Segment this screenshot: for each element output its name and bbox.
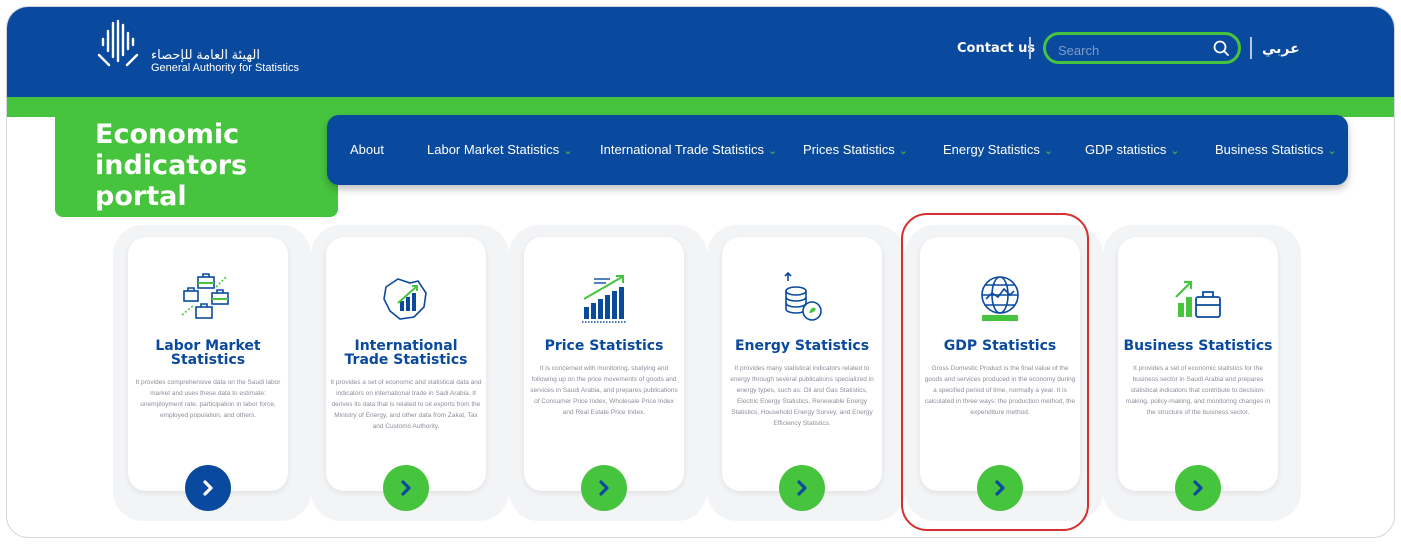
logo-text: الهيئة العامة للإحصاء General Authority …	[151, 46, 299, 75]
card-description: It provides a set of economic and statis…	[330, 379, 482, 430]
gastat-logo-icon	[97, 19, 139, 67]
chevron-down-icon: ⌄	[563, 145, 573, 157]
portal-title-tab: Economic indicators portal	[55, 113, 338, 217]
card-body: Business Statistics It provides a set of…	[1118, 237, 1278, 511]
nav-item-international-trade[interactable]: International Trade Statistics ⌄	[600, 142, 777, 157]
nav-item-prices[interactable]: Prices Statistics ⌄	[803, 142, 908, 157]
business-statistics-go-button[interactable]	[1175, 465, 1221, 511]
card-description: It provides a set of economic statistics…	[1125, 365, 1271, 416]
price-statistics-icon	[582, 275, 626, 323]
language-toggle[interactable]: عربي	[1262, 41, 1300, 57]
main-navigation: About Labor Market Statistics ⌄ Internati…	[327, 115, 1348, 185]
card-business-statistics: Business Statistics It provides a set of…	[1103, 225, 1301, 521]
nav-item-label: Business Statistics	[1215, 142, 1324, 157]
contact-us-link[interactable]: Contact us	[957, 41, 1035, 56]
card-body: Labor Market Statistics It provides comp…	[128, 237, 288, 511]
card-labor-market: Labor Market Statistics It provides comp…	[113, 225, 311, 521]
chevron-down-icon: ⌄	[1043, 145, 1054, 157]
energy-statistics-go-button[interactable]	[779, 465, 825, 511]
chevron-down-icon: ⌄	[768, 145, 778, 157]
nav-item-energy[interactable]: Energy Statistics ⌄	[943, 142, 1053, 157]
gastat-logo[interactable]: الهيئة العامة للإحصاء General Authority …	[91, 19, 299, 79]
chevron-right-icon	[401, 480, 411, 496]
nav-item-label: Labor Market Statistics	[427, 142, 560, 157]
nav-item-business[interactable]: Business Statistics ⌄	[1215, 142, 1337, 157]
gdp-highlight-outline	[901, 213, 1089, 531]
header-divider	[1029, 37, 1031, 59]
card-international-trade: International Trade Statistics It provid…	[311, 225, 509, 521]
header-divider	[1250, 37, 1252, 59]
energy-statistics-icon	[784, 271, 822, 321]
card-title: International Trade Statistics	[344, 338, 468, 368]
card-body: Energy Statistics It provides many stati…	[722, 237, 882, 511]
nav-item-label: Energy Statistics	[943, 142, 1040, 157]
card-description: It is concerned with monitoring, studyin…	[530, 365, 678, 416]
nav-item-about[interactable]: About	[350, 142, 384, 157]
chevron-right-icon	[1193, 480, 1203, 496]
chevron-right-icon	[797, 480, 807, 496]
international-trade-icon	[383, 278, 427, 320]
card-body: Price Statistics It is concerned with mo…	[524, 237, 684, 511]
card-description: It provides comprehensive data on the Sa…	[135, 379, 281, 419]
international-trade-go-button[interactable]	[383, 465, 429, 511]
labor-market-go-button[interactable]	[185, 465, 231, 511]
card-title: Price Statistics	[544, 338, 664, 354]
price-statistics-go-button[interactable]	[581, 465, 627, 511]
portal-title: Economic indicators portal	[95, 119, 248, 212]
labor-market-icon	[181, 273, 229, 319]
nav-item-gdp[interactable]: GDP statistics ⌄	[1085, 142, 1180, 157]
logo-english-text: General Authority for Statistics	[151, 61, 299, 74]
nav-item-label: GDP statistics	[1085, 142, 1167, 157]
nav-item-labor-market[interactable]: Labor Market Statistics ⌄	[427, 142, 572, 157]
logo-arabic-text: الهيئة العامة للإحصاء	[151, 46, 260, 62]
chevron-down-icon: ⌄	[1327, 145, 1337, 157]
nav-item-label: About	[350, 142, 384, 157]
card-description: It provides many statistical indicators …	[730, 365, 874, 427]
search-input[interactable]	[1056, 39, 1210, 61]
card-price-statistics: Price Statistics It is concerned with mo…	[509, 225, 707, 521]
card-title: Business Statistics	[1123, 338, 1273, 354]
search-icon[interactable]	[1212, 39, 1230, 57]
card-title: Energy Statistics	[734, 338, 870, 354]
card-body: International Trade Statistics It provid…	[326, 237, 486, 511]
chevron-right-icon	[203, 480, 213, 496]
card-energy-statistics: Energy Statistics It provides many stati…	[707, 225, 905, 521]
chevron-down-icon: ⌄	[1170, 145, 1180, 157]
search-box[interactable]	[1043, 32, 1241, 64]
nav-item-label: International Trade Statistics	[600, 142, 765, 157]
top-header: الهيئة العامة للإحصاء General Authority …	[7, 7, 1394, 97]
business-statistics-icon	[1175, 280, 1221, 318]
card-title: Labor Market Statistics	[155, 338, 261, 368]
nav-item-label: Prices Statistics	[803, 142, 895, 157]
chevron-down-icon: ⌄	[898, 145, 908, 157]
chevron-right-icon	[599, 480, 609, 496]
page-frame: الهيئة العامة للإحصاء General Authority …	[6, 6, 1395, 538]
